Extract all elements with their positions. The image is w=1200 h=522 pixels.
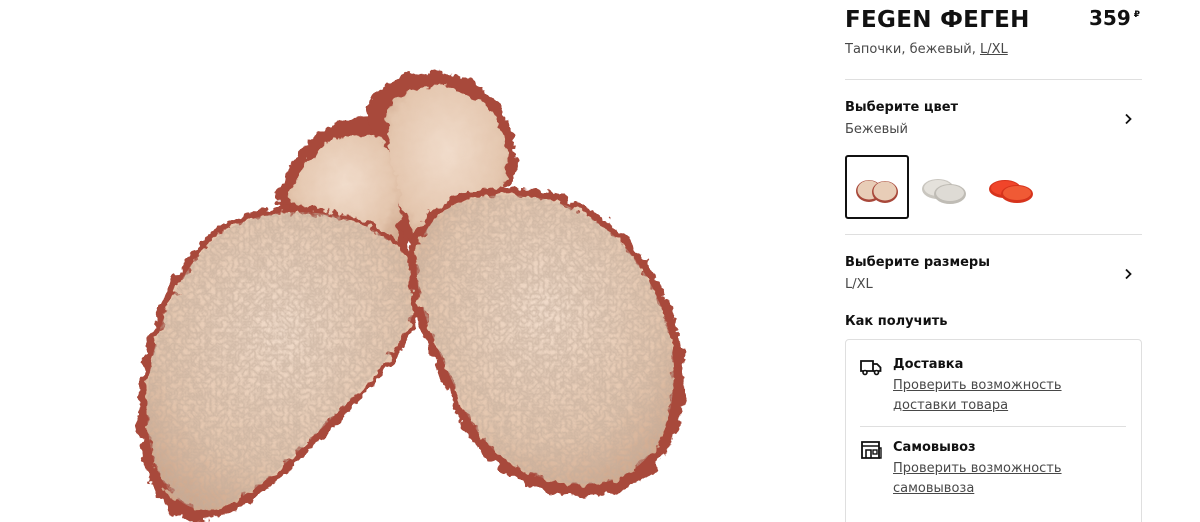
description-text: Тапочки, бежевый,: [845, 42, 976, 57]
product-page: FEGEN ФЕГЕН 359 ₽ Тапочки, бежевый, L/XL …: [0, 0, 1200, 522]
color-selector[interactable]: Выберите цвет Бежевый: [845, 80, 1142, 139]
swatch-grey[interactable]: [912, 155, 976, 219]
how-to-get-title: Как получить: [845, 314, 948, 329]
color-selector-title: Выберите цвет: [845, 100, 959, 115]
truck-icon: [860, 360, 882, 376]
orange-slipper-thumbnail: [989, 180, 1033, 203]
product-description: Тапочки, бежевый, L/XL: [845, 40, 1142, 60]
store-icon: [861, 441, 882, 459]
price-value: 359: [1088, 6, 1131, 30]
left-slipper: [138, 207, 424, 522]
swatch-beige[interactable]: [845, 155, 909, 219]
product-price: 359 ₽: [1089, 6, 1140, 30]
size-selector-value: L/XL: [845, 277, 873, 292]
grey-slipper-thumbnail: [922, 179, 966, 204]
chevron-right-icon: [1125, 268, 1132, 280]
color-swatches: [845, 155, 1142, 219]
title-row: FEGEN ФЕГЕН 359 ₽: [845, 0, 1142, 40]
swatch-orange[interactable]: [979, 155, 1043, 219]
beige-slipper-thumbnail: [856, 180, 898, 203]
size-selector-title: Выберите размеры: [845, 255, 990, 270]
color-selector-value: Бежевый: [845, 122, 909, 137]
check-delivery-link[interactable]: Проверить возможность доставки товара: [893, 376, 1123, 416]
currency-symbol: ₽: [1133, 10, 1140, 20]
chevron-right-icon: [1125, 113, 1132, 125]
size-selector[interactable]: Выберите размеры L/XL: [845, 235, 1142, 294]
check-pickup-link[interactable]: Проверить возможность самовывоза: [893, 459, 1123, 499]
delivery-options-box: Доставка Проверить возможность доставки …: [845, 339, 1142, 522]
size-link[interactable]: L/XL: [980, 42, 1008, 57]
divider: [860, 426, 1126, 427]
delivery-title: Доставка: [893, 357, 964, 372]
product-name: FEGEN ФЕГЕН: [845, 7, 1030, 33]
product-image[interactable]: [0, 0, 820, 522]
right-slipper: [408, 187, 685, 497]
pickup-title: Самовывоз: [893, 440, 976, 455]
slippers-photo: [138, 71, 685, 522]
product-info-panel: FEGEN ФЕГЕН 359 ₽ Тапочки, бежевый, L/XL …: [845, 0, 1142, 522]
